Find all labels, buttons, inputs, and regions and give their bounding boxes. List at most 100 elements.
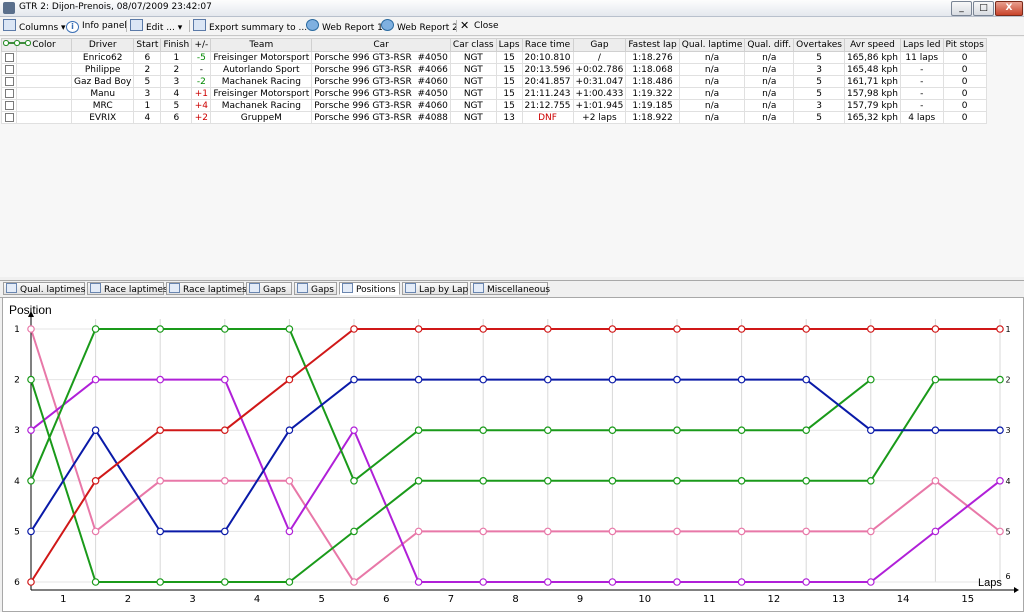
close-button[interactable]: ✕ Close: [460, 19, 499, 33]
y-tick-label: 4: [14, 477, 20, 487]
tab-gaps[interactable]: Gaps: [246, 282, 292, 295]
data-point: [996, 375, 1004, 384]
close-window-button[interactable]: X: [995, 1, 1023, 16]
info-icon: i: [66, 21, 79, 33]
cell-car: Porsche 996 GT3-RSR #4060: [311, 75, 451, 88]
row-checkbox[interactable]: [1, 75, 17, 88]
cell-led: 11 laps: [899, 51, 944, 64]
toolbar: Columns ▾ i Info panel Edit ... ▾ Export …: [0, 17, 1024, 36]
data-point: [543, 578, 552, 586]
column-header[interactable]: Pit stops: [942, 38, 987, 52]
y-tick-label: 1: [14, 325, 20, 335]
tab-race-laptimes[interactable]: Race laptimes: [166, 282, 247, 295]
cell-led: -: [899, 63, 944, 76]
tab-label: Qual. laptimes: [20, 285, 86, 295]
table-row[interactable]: MRC 1 5 +4 Machanek Racing Porsche 996 GT3-RS…: [1, 39, 987, 112]
column-header[interactable]: Driver: [70, 38, 135, 52]
cell-fastest: 1:19.185: [625, 99, 680, 112]
checkbox[interactable]: [4, 52, 14, 62]
checkbox[interactable]: [4, 100, 14, 110]
data-point: [285, 325, 294, 333]
cell-qual: n/a: [678, 63, 746, 76]
checkbox[interactable]: [4, 88, 14, 98]
table-row[interactable]: Enrico62 6 1 -5 Freisinger Motorsport Porsche…: [1, 39, 987, 64]
row-checkbox[interactable]: [1, 51, 17, 64]
color-swatch: [2, 39, 72, 76]
column-header[interactable]: Laps led: [899, 38, 944, 52]
cell-driver: MRC: [70, 99, 135, 112]
cell-pits: 0: [942, 87, 987, 100]
edit-button[interactable]: Edit ... ▾: [130, 19, 182, 33]
table-row[interactable]: Manu 3 4 +1 Freisinger Motorsport Porsche 996…: [1, 39, 987, 100]
column-header[interactable]: Car class: [449, 38, 497, 52]
web-report-2-button[interactable]: Web Report 2: [381, 19, 458, 33]
cell-start: 5: [133, 75, 162, 88]
data-point: [608, 325, 617, 333]
column-header[interactable]: +/-: [191, 38, 212, 52]
maximize-button[interactable]: □: [973, 1, 994, 16]
column-header[interactable]: Qual. diff.: [744, 38, 795, 52]
column-header[interactable]: Race time: [521, 38, 574, 52]
table-row[interactable]: Gaz Bad Boy 5 3 -2 Machanek Racing Porsche 99…: [1, 39, 987, 88]
right-tick-label: 2: [1005, 376, 1010, 385]
column-header[interactable]: Avr speed: [843, 38, 901, 52]
cell-laps: 13: [495, 111, 523, 124]
data-point: [285, 375, 294, 384]
table-row[interactable]: Philippe 2 2- Autorlando Sport Porsche 996 G…: [1, 39, 987, 76]
column-header[interactable]: Qual. laptime: [678, 38, 746, 52]
web-report-1-button[interactable]: Web Report 1: [306, 19, 383, 33]
cell-overtakes: 3: [793, 63, 845, 76]
color-swatch: [2, 39, 72, 112]
x-tick-label: 6: [383, 594, 389, 605]
info-panel-button[interactable]: i Info panel: [66, 19, 127, 33]
data-point: [543, 477, 552, 485]
checkbox[interactable]: [4, 64, 14, 74]
tab-lap-by-lap[interactable]: Lap by Lap: [402, 282, 468, 295]
table-row[interactable]: EVRIX 4 6 +2 GruppeM Porsche 996 GT3-RSR #408…: [1, 39, 987, 124]
checkbox[interactable]: [4, 76, 14, 86]
tab-miscellaneous[interactable]: Miscellaneous: [470, 282, 550, 295]
right-tick-label: 5: [1005, 527, 1010, 536]
data-point: [673, 477, 681, 485]
export-button[interactable]: Export summary to ... ▾: [193, 19, 315, 33]
row-checkbox[interactable]: [1, 87, 17, 100]
cell-led: -: [899, 87, 944, 100]
data-point: [414, 426, 423, 435]
column-header[interactable]: Team: [210, 38, 313, 52]
data-point: [608, 477, 617, 485]
data-point: [737, 325, 746, 333]
table-icon: [90, 283, 101, 293]
data-point: [479, 375, 488, 384]
tab-gaps[interactable]: Gaps: [294, 282, 337, 295]
column-header[interactable]: Laps: [495, 38, 523, 52]
cell-overtakes: 3: [793, 99, 845, 112]
column-header[interactable]: Fastest lap: [625, 38, 680, 52]
right-tick-label: 1: [1005, 325, 1010, 334]
positions-chart: Position Laps 1 2 3 4 5 6 1 2 3 4 5 6 1 2 3 4 5 6 7 8 9 10 11 12 1…: [2, 297, 1024, 612]
x-tick-label: 4: [254, 594, 260, 605]
column-header[interactable]: Car: [311, 38, 451, 52]
cell-qual: n/a: [678, 75, 746, 88]
column-header[interactable]: Gap: [572, 38, 627, 52]
columns-button[interactable]: Columns ▾: [3, 19, 66, 33]
column-header[interactable]: Overtakes: [793, 38, 845, 52]
list-icon: [405, 283, 416, 293]
tab-positions[interactable]: Positions: [339, 282, 400, 295]
row-checkbox[interactable]: [1, 99, 17, 112]
tab-qual-laptimes[interactable]: Qual. laptimes: [3, 282, 85, 295]
column-header[interactable]: Finish: [160, 38, 193, 52]
cell-finish: 2: [160, 63, 193, 76]
checkbox[interactable]: [4, 112, 14, 122]
row-checkbox[interactable]: [1, 63, 17, 76]
cell-cls: NGT: [449, 75, 497, 88]
tab-race-laptimes[interactable]: Race laptimes: [87, 282, 168, 295]
x-tick-label: 2: [125, 594, 131, 605]
data-point: [285, 426, 294, 435]
data-point: [802, 578, 811, 586]
minimize-button[interactable]: _: [951, 1, 972, 16]
cell-pits: 0: [942, 111, 987, 124]
data-point: [350, 477, 358, 485]
row-checkbox[interactable]: [1, 111, 17, 124]
column-header[interactable]: Start: [133, 38, 162, 52]
cell-finish: 1: [160, 51, 193, 64]
